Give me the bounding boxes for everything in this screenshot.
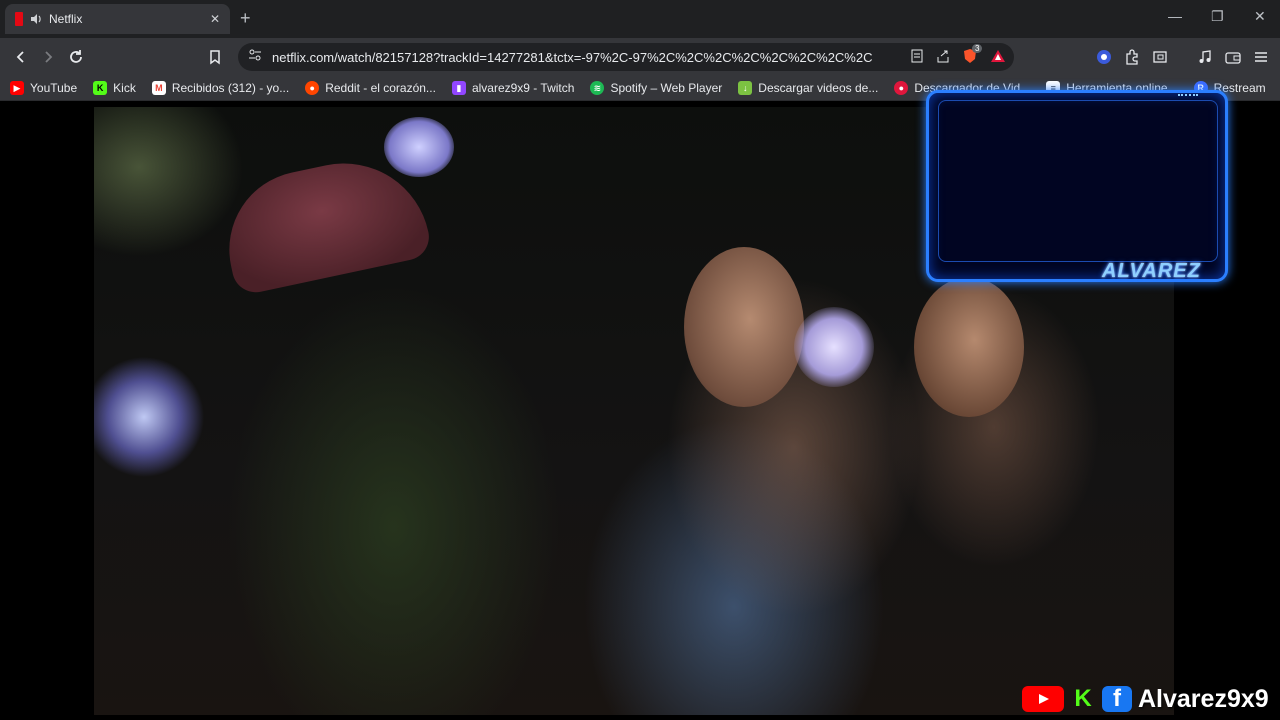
url-text: netflix.com/watch/82157128?trackId=14277… — [272, 49, 872, 65]
bookmark-kick[interactable]: K Kick — [93, 81, 136, 95]
spotify-icon: ≋ — [590, 81, 605, 95]
reload-button[interactable] — [65, 46, 87, 68]
video-scene-face-2 — [914, 277, 1024, 417]
speaker-icon[interactable] — [29, 12, 43, 26]
facebook-logo-icon: f — [1102, 685, 1132, 712]
webcam-overlay: ALVAREZ — [926, 90, 1228, 282]
webcam-inner-border — [938, 100, 1218, 262]
restore-button[interactable]: ❐ — [1211, 8, 1224, 25]
reddit-icon: ● — [305, 81, 320, 95]
bookmark-button[interactable] — [204, 46, 226, 68]
reload-icon — [70, 50, 82, 63]
youtube-icon: ▶ — [10, 81, 24, 95]
kick-icon: K — [93, 81, 108, 95]
back-button[interactable] — [10, 46, 32, 68]
share-icon[interactable] — [936, 49, 950, 68]
vpn-extension-icon[interactable] — [1095, 48, 1113, 66]
video-scene-face — [684, 247, 804, 407]
video-scene-tree — [94, 107, 244, 257]
streamer-name: ALVAREZ — [1102, 260, 1201, 282]
bookmark-gmail[interactable]: M Recibidos (312) - yo... — [151, 81, 289, 95]
media-controls-icon[interactable] — [1196, 48, 1214, 66]
wallet-icon[interactable] — [1224, 48, 1242, 66]
forward-arrow-icon — [45, 51, 53, 63]
kick-logo-icon: K — [1074, 685, 1092, 712]
bookmark-icon — [210, 50, 220, 65]
forward-button[interactable] — [37, 46, 59, 68]
overlay-decoration — [1178, 94, 1198, 100]
back-arrow-icon — [16, 51, 24, 63]
tab-close-icon[interactable]: ✕ — [210, 12, 220, 26]
menu-icon[interactable] — [1252, 48, 1270, 66]
social-handle: Alvarez9x9 — [1138, 684, 1269, 713]
video-scene-lightstick-2 — [794, 307, 874, 387]
downloader-icon: ● — [894, 81, 909, 95]
address-bar[interactable]: netflix.com/watch/82157128?trackId=14277… — [238, 43, 1014, 71]
tab-netflix[interactable]: Netflix ✕ — [5, 4, 230, 34]
reader-mode-icon[interactable] — [910, 49, 924, 68]
netflix-favicon-icon — [15, 12, 23, 26]
download-icon: ↓ — [738, 81, 753, 95]
tab-strip: Netflix ✕ + — ❐ ✕ — [0, 0, 1280, 38]
gmail-icon: M — [151, 81, 166, 95]
brave-shields-icon[interactable]: 3 — [962, 44, 983, 69]
minimize-button[interactable]: — — [1168, 8, 1182, 24]
bookmark-youtube[interactable]: ▶ YouTube — [10, 81, 77, 95]
bookmark-spotify[interactable]: ≋ Spotify – Web Player — [590, 81, 722, 95]
bookmark-reddit[interactable]: ● Reddit - el corazón... — [305, 81, 436, 95]
extensions-icon[interactable] — [1123, 48, 1141, 66]
close-window-button[interactable]: ✕ — [1254, 8, 1266, 25]
screenshot-icon[interactable] — [1151, 48, 1169, 66]
video-scene-lightstick — [384, 117, 454, 177]
social-handles: K f Alvarez9x9 — [1022, 684, 1269, 714]
brave-badge: 3 — [972, 44, 983, 53]
twitch-icon: ▮ — [451, 81, 466, 95]
youtube-logo-icon — [1022, 686, 1064, 712]
toolbar: netflix.com/watch/82157128?trackId=14277… — [0, 38, 1280, 76]
bookmark-twitch[interactable]: ▮ alvarez9x9 - Twitch — [451, 81, 574, 95]
brave-rewards-icon[interactable] — [990, 48, 1006, 69]
bookmark-descargar-videos[interactable]: ↓ Descargar videos de... — [738, 81, 878, 95]
new-tab-button[interactable]: + — [240, 8, 251, 29]
site-settings-icon[interactable] — [248, 48, 262, 67]
tab-title: Netflix — [49, 12, 83, 26]
